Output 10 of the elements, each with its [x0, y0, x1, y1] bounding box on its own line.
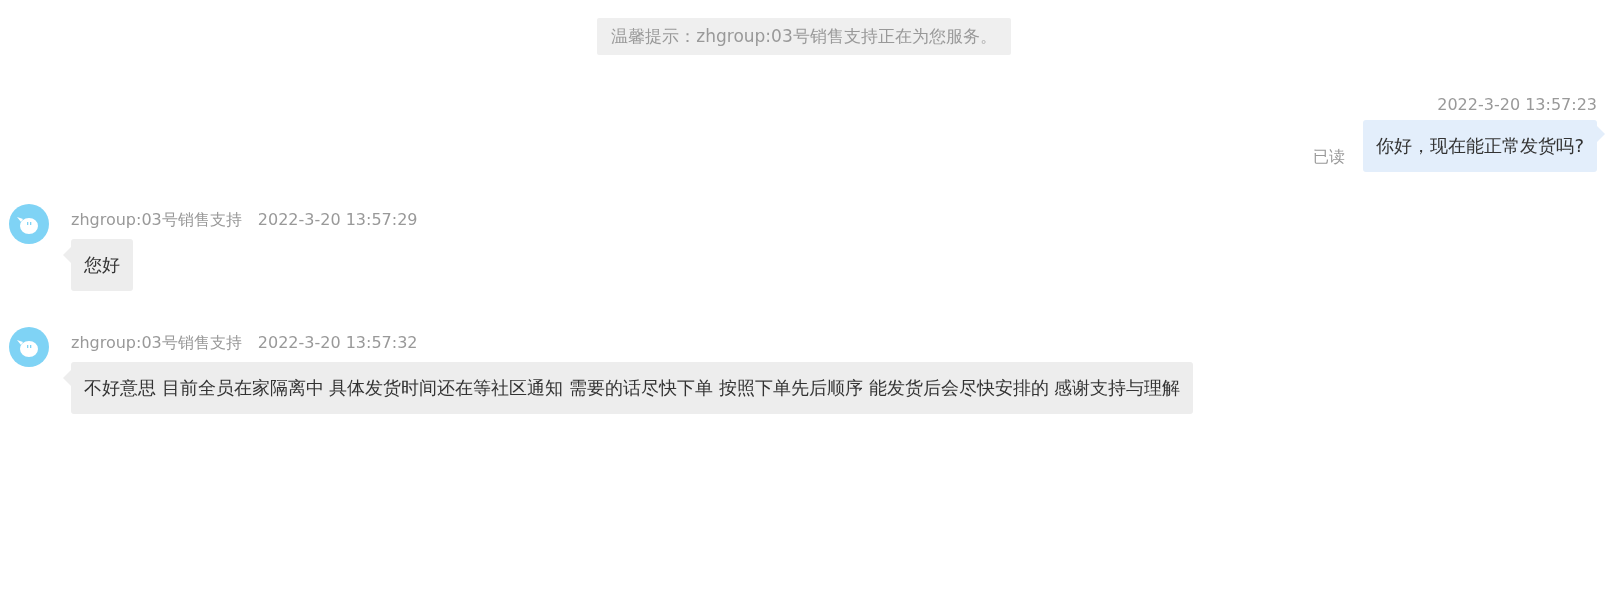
- avatar-icon: [9, 327, 49, 367]
- sender-name: zhgroup:03号销售支持: [71, 210, 242, 231]
- message-time: 2022-3-20 13:57:23: [1437, 95, 1597, 114]
- avatar-icon: [9, 204, 49, 244]
- system-notice: 温馨提示：zhgroup:03号销售支持正在为您服务。: [597, 18, 1011, 55]
- message-time: 2022-3-20 13:57:29: [257, 210, 418, 231]
- message-time: 2022-3-20 13:57:32: [257, 333, 418, 354]
- read-status: 已读: [1313, 147, 1346, 168]
- bubble-tail: [1597, 126, 1605, 142]
- sender-name: zhgroup:03号销售支持: [71, 333, 242, 354]
